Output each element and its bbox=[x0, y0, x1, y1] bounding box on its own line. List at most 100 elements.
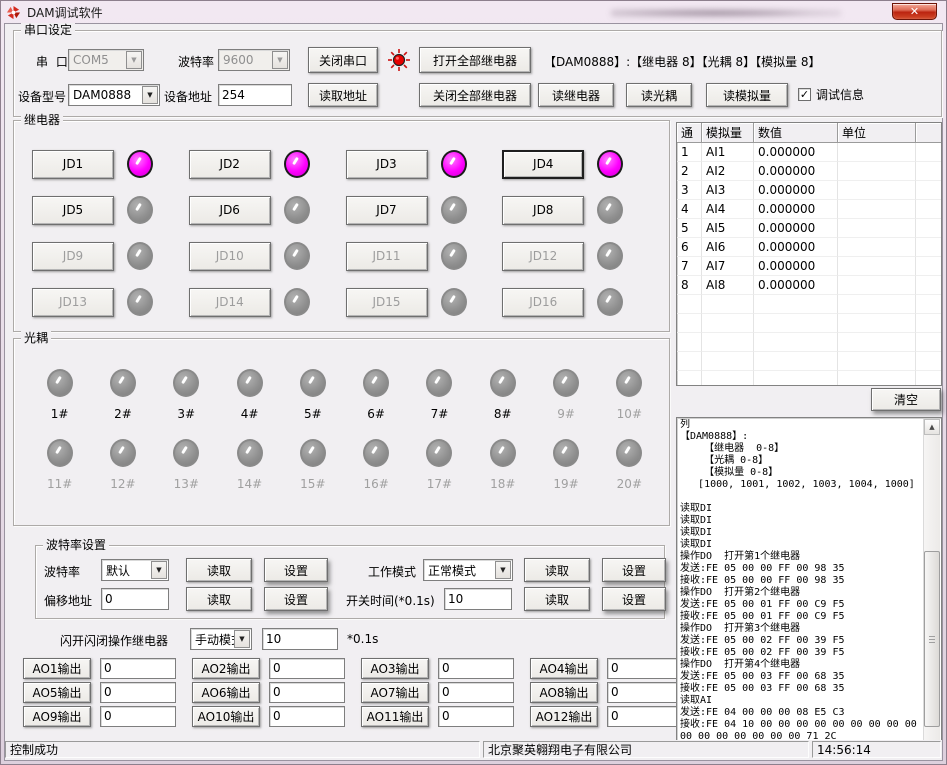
flash-time-input[interactable] bbox=[262, 628, 338, 650]
close-all-relays-button[interactable]: 关闭全部继电器 bbox=[419, 83, 531, 107]
switch-read-button[interactable]: 读取 bbox=[524, 587, 590, 611]
log-scrollbar-thumb[interactable] bbox=[924, 551, 940, 727]
ao-input-ao11[interactable] bbox=[438, 706, 514, 727]
relay-button-jd1[interactable]: JD1 bbox=[32, 150, 114, 179]
flash-mode-select[interactable]: 手动模式 ▼ bbox=[190, 628, 252, 650]
ao-input-ao8[interactable] bbox=[607, 682, 683, 703]
ao-input-ao10[interactable] bbox=[269, 706, 345, 727]
relay-button-jd6[interactable]: JD6 bbox=[189, 196, 271, 225]
table-row[interactable]: 6AI60.000000 bbox=[677, 238, 941, 257]
relay-button-jd16[interactable]: JD16 bbox=[502, 288, 584, 317]
relay-group: 继电器 JD1JD2JD3JD4JD5JD6JD7JD8JD9JD10JD11J… bbox=[13, 120, 670, 332]
ao-input-ao9[interactable] bbox=[100, 706, 176, 727]
close-serial-button[interactable]: 关闭串口 bbox=[308, 47, 378, 73]
opto-label: 7# bbox=[431, 407, 449, 421]
ao-button-ao12[interactable]: AO12输出 bbox=[530, 706, 598, 727]
table-row[interactable]: 3AI30.000000 bbox=[677, 181, 941, 200]
ao-button-ao9[interactable]: AO9输出 bbox=[23, 706, 91, 727]
read-relay-button[interactable]: 读继电器 bbox=[538, 83, 614, 107]
ao-input-ao1[interactable] bbox=[100, 658, 176, 679]
workmode-read-button[interactable]: 读取 bbox=[524, 558, 590, 582]
opto-led-15 bbox=[300, 439, 326, 467]
dropdown-arrow-icon[interactable]: ▼ bbox=[272, 51, 288, 69]
relay-button-jd7[interactable]: JD7 bbox=[346, 196, 428, 225]
debug-info-checkbox[interactable]: ✓ bbox=[798, 88, 811, 101]
relay-button-jd4[interactable]: JD4 bbox=[502, 150, 584, 179]
relay-button-jd11[interactable]: JD11 bbox=[346, 242, 428, 271]
opto-label: 4# bbox=[241, 407, 259, 421]
offset-read-button[interactable]: 读取 bbox=[186, 587, 252, 611]
relay-led-jd7 bbox=[441, 196, 467, 224]
offset-set-button[interactable]: 设置 bbox=[264, 587, 328, 611]
offset-address-label: 偏移地址 bbox=[44, 592, 92, 609]
dropdown-arrow-icon[interactable]: ▼ bbox=[151, 561, 167, 579]
ao-input-ao3[interactable] bbox=[438, 658, 514, 679]
device-address-input[interactable] bbox=[218, 84, 292, 106]
clear-button[interactable]: 清空 bbox=[871, 388, 941, 411]
ao-input-ao4[interactable] bbox=[607, 658, 683, 679]
relay-button-jd8[interactable]: JD8 bbox=[502, 196, 584, 225]
table-row[interactable]: 7AI70.000000 bbox=[677, 257, 941, 276]
debug-info-label: 调试信息 bbox=[816, 86, 864, 103]
ao-input-ao12[interactable] bbox=[607, 706, 683, 727]
log-scrollbar[interactable]: ▲ bbox=[923, 419, 940, 743]
device-model-select[interactable]: DAM0888 ▼ bbox=[68, 84, 160, 106]
relay-button-jd15[interactable]: JD15 bbox=[346, 288, 428, 317]
table-row[interactable]: 5AI50.000000 bbox=[677, 219, 941, 238]
workmode-set-button[interactable]: 设置 bbox=[602, 558, 666, 582]
port-select[interactable]: COM5 ▼ bbox=[68, 49, 144, 71]
baud-read-button[interactable]: 读取 bbox=[186, 558, 252, 582]
ao-button-ao5[interactable]: AO5输出 bbox=[23, 682, 91, 703]
dropdown-arrow-icon[interactable]: ▼ bbox=[495, 561, 511, 579]
analog-table-header: 通模拟量数值单位 bbox=[677, 123, 941, 143]
dropdown-arrow-icon[interactable]: ▼ bbox=[126, 51, 142, 69]
table-cell bbox=[916, 257, 941, 276]
relay-button-jd12[interactable]: JD12 bbox=[502, 242, 584, 271]
dropdown-arrow-icon[interactable]: ▼ bbox=[142, 86, 158, 104]
ao-button-ao10[interactable]: AO10输出 bbox=[192, 706, 260, 727]
workmode-select[interactable]: 正常模式 ▼ bbox=[423, 559, 513, 581]
switch-time-input[interactable] bbox=[444, 588, 512, 610]
ao-input-ao5[interactable] bbox=[100, 682, 176, 703]
read-address-button[interactable]: 读取地址 bbox=[308, 83, 378, 107]
read-opto-button[interactable]: 读光耦 bbox=[626, 83, 692, 107]
ao-button-ao2[interactable]: AO2输出 bbox=[192, 658, 260, 679]
relay-button-jd14[interactable]: JD14 bbox=[189, 288, 271, 317]
relay-button-jd5[interactable]: JD5 bbox=[32, 196, 114, 225]
table-row[interactable]: 1AI10.000000 bbox=[677, 143, 941, 162]
table-cell: AI5 bbox=[702, 219, 754, 238]
table-row[interactable]: 8AI80.000000 bbox=[677, 276, 941, 295]
ao-input-ao2[interactable] bbox=[269, 658, 345, 679]
ao-button-ao3[interactable]: AO3输出 bbox=[361, 658, 429, 679]
relay-button-jd2[interactable]: JD2 bbox=[189, 150, 271, 179]
analog-output-cell: AO8输出 bbox=[530, 680, 683, 704]
baudrate-select[interactable]: 9600 ▼ bbox=[218, 49, 290, 71]
open-all-relays-button[interactable]: 打开全部继电器 bbox=[419, 47, 531, 73]
scroll-up-icon[interactable]: ▲ bbox=[924, 419, 940, 435]
ao-input-ao7[interactable] bbox=[438, 682, 514, 703]
dropdown-arrow-icon[interactable]: ▼ bbox=[234, 630, 250, 648]
ao-button-ao4[interactable]: AO4输出 bbox=[530, 658, 598, 679]
offset-address-input[interactable] bbox=[101, 588, 169, 610]
relay-button-jd3[interactable]: JD3 bbox=[346, 150, 428, 179]
ao-button-ao8[interactable]: AO8输出 bbox=[530, 682, 598, 703]
ao-input-ao6[interactable] bbox=[269, 682, 345, 703]
table-cell bbox=[838, 314, 916, 333]
table-row[interactable]: 4AI40.000000 bbox=[677, 200, 941, 219]
baud-setting-select[interactable]: 默认 ▼ bbox=[101, 559, 169, 581]
ao-button-ao11[interactable]: AO11输出 bbox=[361, 706, 429, 727]
ao-button-ao6[interactable]: AO6输出 bbox=[192, 682, 260, 703]
relay-button-jd9[interactable]: JD9 bbox=[32, 242, 114, 271]
switch-set-button[interactable]: 设置 bbox=[602, 587, 666, 611]
opto-led-9 bbox=[553, 369, 579, 397]
relay-button-jd10[interactable]: JD10 bbox=[189, 242, 271, 271]
ao-button-ao1[interactable]: AO1输出 bbox=[23, 658, 91, 679]
baud-set-button[interactable]: 设置 bbox=[264, 558, 328, 582]
debug-log-panel[interactable]: 列 【DAM0888】: 【继电器 0-8】 【光耦 0-8】 【模拟量 0-8… bbox=[676, 417, 942, 745]
analog-output-cell: AO1输出 bbox=[23, 656, 176, 680]
read-analog-button[interactable]: 读模拟量 bbox=[706, 83, 788, 107]
ao-button-ao7[interactable]: AO7输出 bbox=[361, 682, 429, 703]
relay-button-jd13[interactable]: JD13 bbox=[32, 288, 114, 317]
table-row[interactable]: 2AI20.000000 bbox=[677, 162, 941, 181]
close-button[interactable]: ✕ bbox=[892, 3, 937, 20]
